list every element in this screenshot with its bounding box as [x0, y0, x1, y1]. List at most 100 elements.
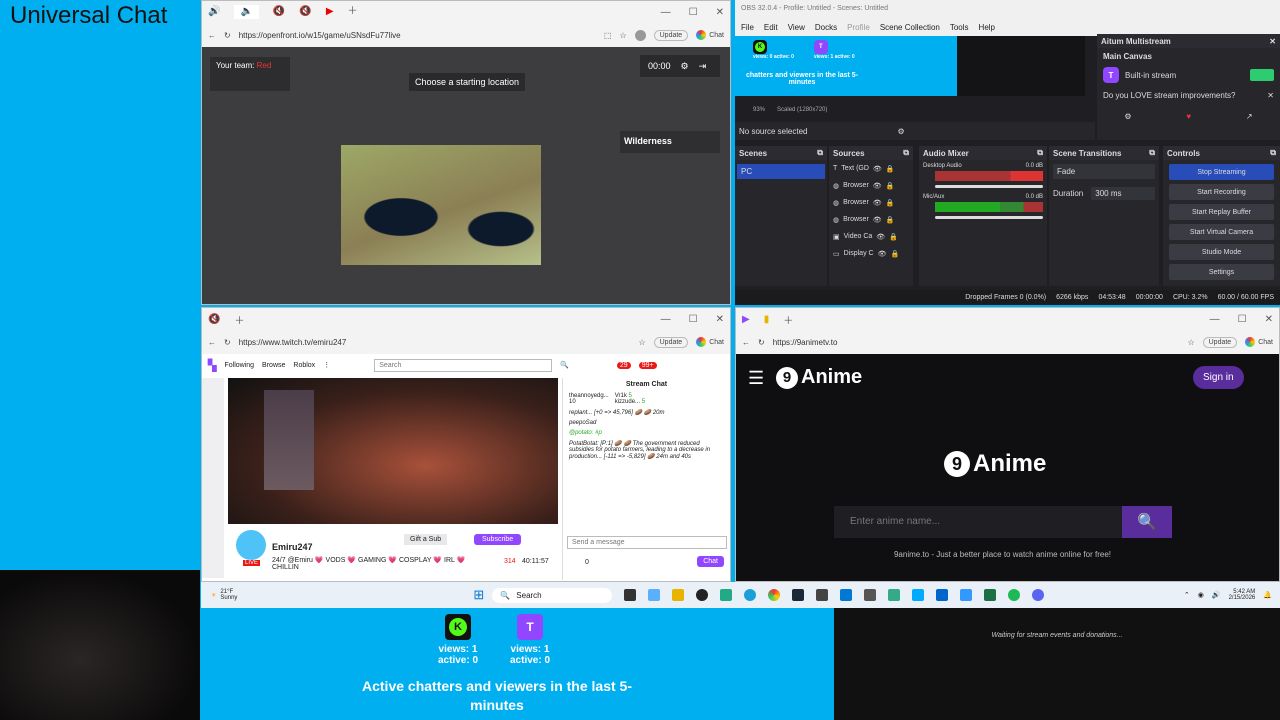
avatar[interactable] [236, 530, 266, 560]
minimize-icon[interactable]: — [1210, 314, 1220, 325]
tab-audio-icon[interactable]: 🔊 [208, 7, 220, 17]
reload-icon[interactable]: ↻ [224, 338, 231, 347]
reload-icon[interactable]: ↻ [224, 31, 231, 40]
nav-following[interactable]: Following [224, 362, 254, 369]
start-recording-button[interactable]: Start Recording [1169, 184, 1274, 200]
stop-streaming-button[interactable]: Stop Streaming [1169, 164, 1274, 180]
dock-menu-icon[interactable]: ⧉ [903, 148, 909, 158]
duration-field[interactable]: 300 ms [1091, 187, 1155, 200]
transition-select[interactable]: Fade [1053, 164, 1155, 179]
start-button[interactable]: ⊞ [473, 587, 484, 603]
subscribe-button[interactable]: Subscribe [474, 534, 522, 545]
volume-slider[interactable] [935, 185, 1043, 188]
back-icon[interactable]: ← [208, 338, 216, 347]
video-player[interactable] [228, 378, 558, 524]
copilot-chat-button[interactable]: Chat [696, 337, 724, 347]
new-tab-icon[interactable]: ＋ [783, 312, 793, 327]
menu-item[interactable]: Help [979, 23, 995, 32]
media-tab-icon[interactable]: ▶ [742, 314, 750, 325]
app-icon[interactable] [936, 589, 949, 601]
youtube-tab-icon[interactable]: ▶ [326, 7, 334, 17]
chrome-icon[interactable] [768, 589, 781, 601]
settings-icon[interactable]: ⚙ [1124, 112, 1131, 121]
menu-item[interactable]: Docks [815, 23, 837, 32]
menu-item[interactable]: Tools [950, 23, 969, 32]
discord-icon[interactable] [1032, 589, 1045, 601]
streamer-name[interactable]: Emiru247 [272, 542, 313, 552]
dock-menu-icon[interactable]: ⧉ [1037, 148, 1043, 158]
properties-gear-icon[interactable]: ⚙ [897, 127, 904, 136]
studio-mode-button[interactable]: Studio Mode [1169, 244, 1274, 260]
gift-sub-button[interactable]: Gift a Sub [404, 534, 448, 545]
edge-icon[interactable] [744, 589, 757, 601]
settings-button[interactable]: Settings [1169, 264, 1274, 280]
settings-icon[interactable]: ⚙ [681, 61, 689, 72]
maximize-icon[interactable]: ☐ [1238, 314, 1247, 325]
weather-widget[interactable]: ☀ 21°F Sunny [211, 589, 237, 601]
app-icon[interactable] [912, 589, 925, 601]
minimize-icon[interactable]: — [661, 314, 671, 325]
url-field[interactable]: https://openfront.io/w15/game/uSNsdFu77l… [239, 31, 401, 40]
security-icon[interactable] [840, 589, 853, 601]
chat-send-button[interactable]: Chat [697, 556, 724, 567]
profile-avatar[interactable] [634, 29, 646, 41]
app-icon[interactable] [960, 589, 973, 601]
search-input[interactable]: Search [374, 358, 553, 372]
tab-audio-icon[interactable]: 🔇 [273, 7, 285, 17]
twitch-logo-icon[interactable]: ▚ [208, 359, 216, 372]
source-item[interactable]: ◍ Browser 👁 🔒 [829, 211, 913, 228]
extension-icon[interactable]: ⬚ [604, 31, 612, 40]
search-button[interactable]: 🔍 [1122, 506, 1172, 538]
folder-tab-icon[interactable]: ▮ [764, 314, 770, 325]
anime-search-input[interactable]: Enter anime name... [834, 506, 1122, 538]
menu-item[interactable]: Scene Collection [880, 23, 940, 32]
replay-buffer-button[interactable]: Start Replay Buffer [1169, 204, 1274, 220]
app-icon[interactable] [816, 589, 829, 601]
file-explorer-icon[interactable] [672, 589, 685, 601]
source-item[interactable]: ▭ Display C 👁 🔒 [829, 245, 913, 262]
dock-menu-icon[interactable]: ⧉ [1149, 148, 1155, 158]
volume-icon[interactable]: 🔊 [1212, 591, 1221, 599]
dock-menu-icon[interactable]: ⧉ [817, 148, 823, 158]
heart-icon[interactable]: ♥ [1186, 112, 1191, 121]
dock-close-icon[interactable]: ✕ [1269, 37, 1276, 46]
update-button[interactable]: Update [653, 336, 689, 348]
dock-menu-icon[interactable]: ⧉ [1270, 148, 1276, 158]
copilot-chat-button[interactable]: Chat [696, 30, 724, 40]
virtual-camera-button[interactable]: Start Virtual Camera [1169, 224, 1274, 240]
bookmark-star-icon[interactable]: ☆ [638, 338, 645, 347]
nav-browse[interactable]: Browse [262, 362, 285, 369]
network-icon[interactable]: ◉ [1198, 591, 1204, 599]
game-map[interactable] [341, 145, 541, 265]
exit-icon[interactable]: ⇥ [699, 61, 707, 72]
close-icon[interactable]: ✕ [1265, 314, 1273, 325]
spotify-icon[interactable] [1008, 589, 1021, 601]
bookmark-star-icon[interactable]: ☆ [619, 31, 626, 40]
url-field[interactable]: https://www.twitch.tv/emiru247 [239, 338, 347, 347]
notification-badge[interactable]: 29 [616, 361, 631, 369]
app-icon[interactable] [888, 589, 901, 601]
copilot-icon[interactable] [648, 589, 661, 601]
more-icon[interactable]: ⋮ [323, 361, 330, 369]
taskbar-search[interactable]: 🔍 Search [492, 587, 613, 603]
source-item[interactable]: ◍ Browser 👁 🔒 [829, 194, 913, 211]
reload-icon[interactable]: ↻ [758, 338, 765, 347]
url-field[interactable]: https://9animetv.to [773, 338, 838, 347]
scene-item[interactable]: PC [737, 164, 825, 179]
new-tab-icon[interactable]: ＋ [234, 312, 244, 327]
obs-preview[interactable]: Kviews: 0 active: 0 Tviews: 1 active: 0 … [735, 36, 957, 96]
clock[interactable]: 5:42 AM 2/15/2026 [1229, 589, 1256, 601]
sign-in-button[interactable]: Sign in [1193, 366, 1244, 389]
task-view-icon[interactable] [624, 589, 637, 601]
chat-input[interactable]: Send a message [567, 536, 727, 549]
maximize-icon[interactable]: ☐ [689, 7, 698, 18]
close-icon[interactable]: ✕ [716, 7, 724, 18]
share-icon[interactable]: ↗ [1246, 112, 1253, 121]
close-icon[interactable]: ✕ [716, 314, 724, 325]
obs-icon[interactable] [696, 589, 709, 601]
source-item[interactable]: ◍ Browser 👁 🔒 [829, 177, 913, 194]
close-icon[interactable]: ✕ [1267, 91, 1274, 100]
minimize-icon[interactable]: — [661, 7, 671, 18]
menu-item[interactable]: File [741, 23, 754, 32]
nav-roblox[interactable]: Roblox [293, 362, 315, 369]
